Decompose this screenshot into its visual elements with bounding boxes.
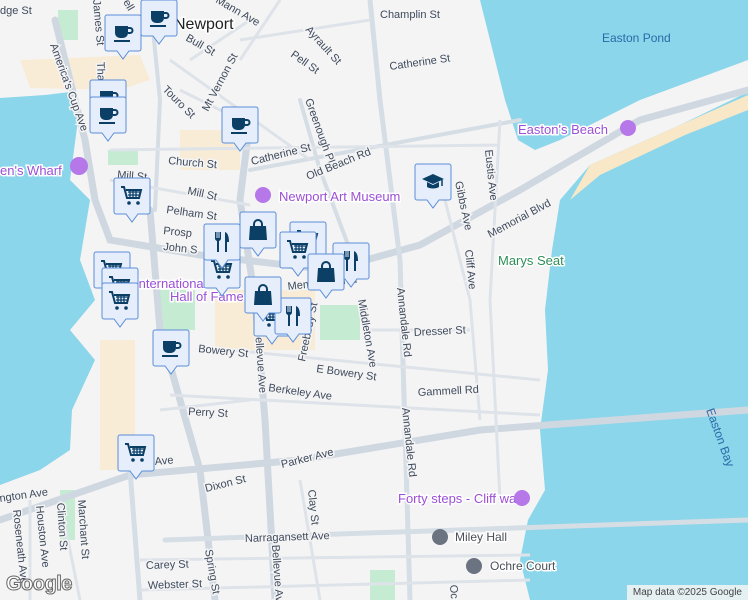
street-label: Catherine St — [389, 53, 451, 73]
camera-icon — [70, 157, 88, 175]
street-label: Webster St — [148, 578, 203, 592]
cart-marker[interactable] — [113, 177, 151, 223]
street-label: dge St — [0, 5, 32, 17]
poi-label: Newport Art Museum — [279, 189, 400, 204]
street-label: Dresser St — [414, 324, 467, 339]
coffee-marker[interactable] — [89, 96, 127, 142]
coffee-marker[interactable] — [104, 14, 142, 60]
school-icon — [432, 529, 448, 545]
street-label: Ave — [154, 454, 174, 468]
landmark-icon — [466, 558, 482, 574]
street-label: Mt Vernon St — [200, 52, 240, 114]
map-canvas[interactable]: Champlin St Catherine St Ayrault St Pell… — [0, 0, 748, 600]
landmark-icon — [514, 490, 530, 506]
street-label: Marchant St — [75, 499, 91, 559]
poi-label: Miley Hall — [455, 530, 507, 544]
poi-forty-steps[interactable]: Forty steps - Cliff walk — [397, 490, 530, 508]
street-label: Narragansett Ave — [245, 530, 330, 545]
street-label: Annandale Rd — [394, 287, 413, 358]
poi-ochre-court[interactable]: Ochre Court — [466, 558, 558, 575]
beach-icon — [620, 120, 636, 136]
street-label: Carey St — [146, 559, 189, 572]
street-label: Pelham St — [166, 204, 218, 223]
poi-museum[interactable]: Newport Art Museum — [255, 187, 402, 206]
map-attribution[interactable]: Map data ©2025 Google — [626, 585, 748, 600]
street-label: Oc — [447, 584, 460, 599]
cart-marker[interactable] — [101, 282, 139, 328]
street-label: ell — [120, 0, 136, 13]
street-label: Champlin St — [380, 9, 440, 21]
poi-label: Forty steps - Cliff walk — [398, 491, 526, 506]
street-label: Clinton St — [54, 502, 69, 550]
street-label: Prosp — [163, 225, 193, 240]
street-label: Parker Ave — [280, 446, 335, 471]
marker-pin — [113, 177, 151, 223]
poi-label: en's Wharf — [0, 163, 62, 178]
street-label: Mill St — [186, 185, 218, 203]
street-label: Pell St — [288, 49, 321, 77]
street-label: Houston Ave — [33, 505, 51, 568]
google-logo: Google — [6, 573, 73, 596]
street-label: Gammell Rd — [418, 384, 480, 399]
coffee-marker[interactable] — [140, 0, 178, 45]
park-label-marys-seat: Marys Seat — [498, 253, 564, 268]
street-label: John S — [163, 241, 198, 257]
coffee-marker[interactable] — [152, 329, 190, 375]
marker-pin — [101, 282, 139, 328]
poi-label: Ochre Court — [490, 559, 556, 573]
poi-label: Easton's Beach — [518, 122, 608, 137]
street-label: Dixon St — [204, 473, 247, 495]
city-label: Newport — [174, 16, 234, 33]
water-label-pond: Easton Pond — [602, 31, 671, 45]
street-label: James St — [90, 0, 106, 46]
museum-icon — [255, 187, 271, 203]
street-label: Perry St — [188, 406, 228, 420]
poi-miley-hall[interactable]: Miley Hall — [432, 529, 509, 546]
poi-label: Hall of Fame — [170, 289, 244, 304]
street-label: Touro St — [160, 84, 197, 121]
